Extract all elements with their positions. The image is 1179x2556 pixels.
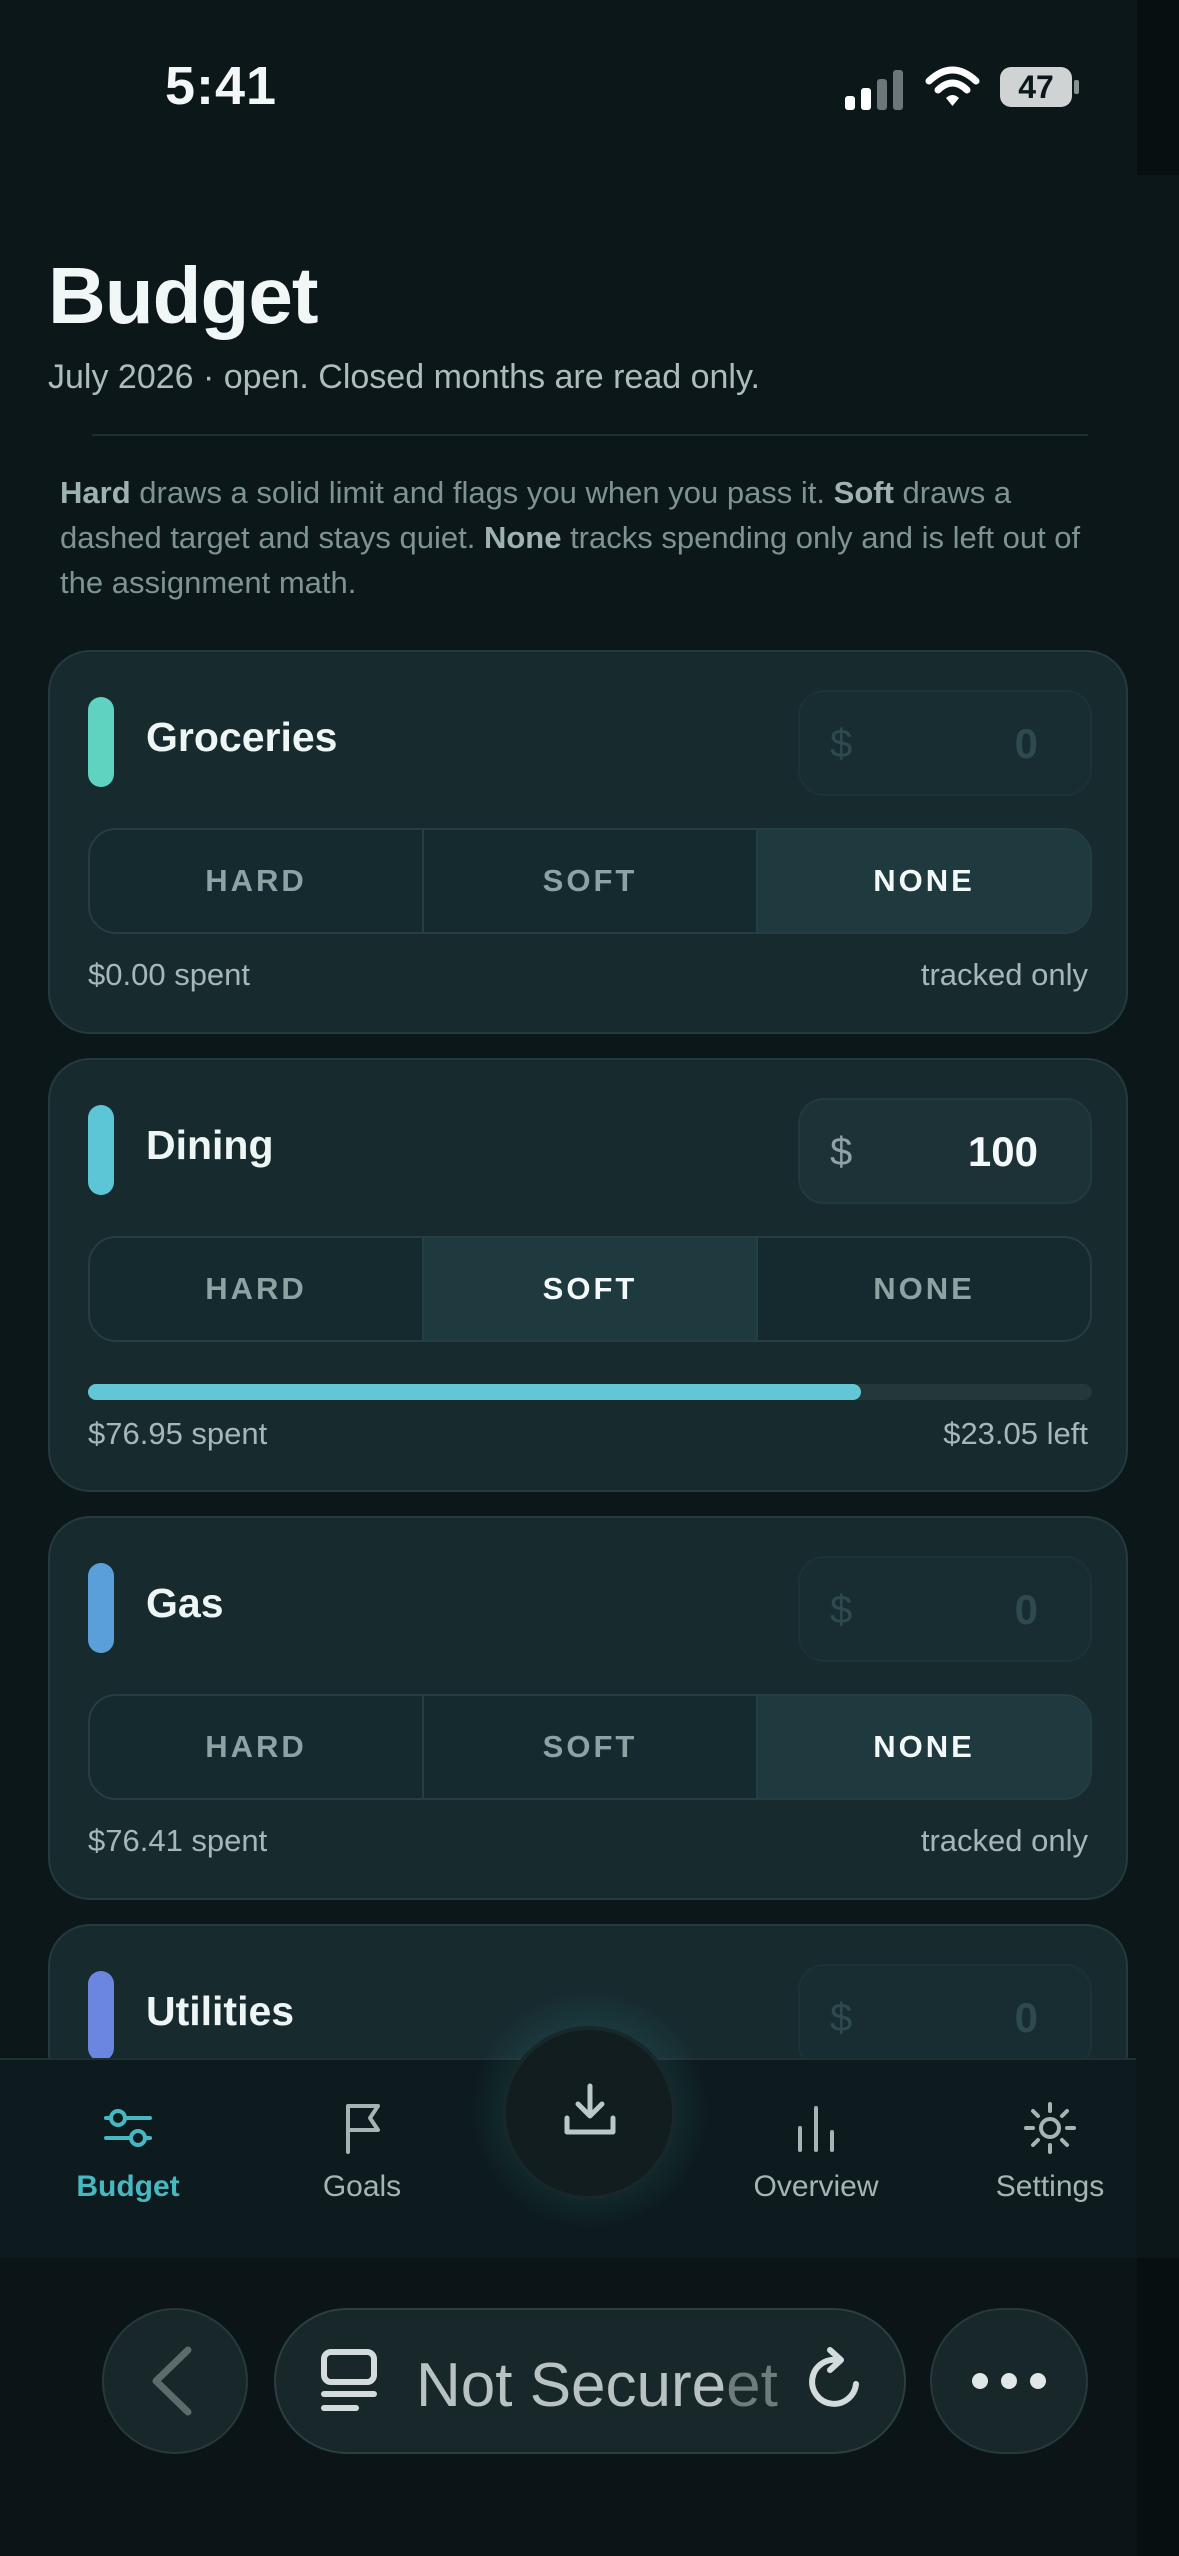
mode-soft-button[interactable]: SOFT: [422, 1696, 756, 1798]
browser-more-button[interactable]: [930, 2308, 1088, 2454]
more-icon: [972, 2373, 1046, 2389]
none-term: None: [483, 520, 562, 555]
browser-toolbar: Not Secureet: [0, 2258, 1179, 2556]
mode-hard-button[interactable]: HARD: [90, 1238, 422, 1340]
budget-amount-input[interactable]: $ 0: [798, 1556, 1092, 1662]
category-color-swatch: [88, 697, 114, 787]
chevron-left-icon: [152, 2346, 192, 2416]
tab-goals[interactable]: Goals: [262, 2100, 462, 2204]
reload-icon[interactable]: [804, 2346, 870, 2416]
mode-none-button[interactable]: NONE: [756, 1238, 1090, 1340]
tab-label: Overview: [753, 2170, 879, 2203]
amount-value: 0: [1014, 1994, 1038, 2041]
spending-progress-fill: [88, 1384, 861, 1400]
clock: 5:41: [165, 56, 278, 116]
page-title: Budget: [48, 251, 319, 340]
tab-budget[interactable]: Budget: [28, 2100, 228, 2204]
category-name: Utilities: [146, 1988, 295, 2034]
spent-amount: $76.41 spent: [88, 1823, 268, 1858]
mode-none-button[interactable]: NONE: [756, 1696, 1090, 1798]
download-icon: [564, 2083, 616, 2135]
status-bar: 5:41 47: [0, 0, 1179, 175]
amount-value: 0: [1014, 1586, 1038, 1633]
limit-mode-explainer: Hard draws a solid limit and flags you w…: [60, 470, 1100, 605]
category-name: Dining: [146, 1122, 274, 1168]
sliders-icon: [104, 2109, 152, 2147]
spent-amount: $0.00 spent: [88, 957, 251, 992]
budget-amount-input[interactable]: $ 0: [798, 690, 1092, 796]
spent-amount: $76.95 spent: [88, 1416, 268, 1451]
limit-mode-selector: HARD SOFT NONE: [88, 828, 1092, 934]
category-card-groceries: Groceries $ 0 HARD SOFT NONE $0.00 spent…: [48, 650, 1128, 1034]
category-name: Gas: [146, 1580, 224, 1626]
bar-chart-icon: [798, 2106, 834, 2152]
category-color-swatch: [88, 1971, 114, 2061]
tracking-note: tracked only: [920, 957, 1088, 992]
mode-hard-button[interactable]: HARD: [90, 830, 422, 932]
tab-settings[interactable]: Settings: [950, 2100, 1150, 2204]
cellular-signal-icon: [845, 70, 903, 110]
amount-value: 100: [967, 1128, 1038, 1175]
screen-edge: [1137, 0, 1179, 175]
mode-hard-button[interactable]: HARD: [90, 1696, 422, 1798]
tracking-note: tracked only: [920, 1823, 1088, 1858]
page-menu-icon: [321, 2349, 377, 2411]
hard-term: Hard: [60, 475, 131, 510]
tab-label: Settings: [995, 2170, 1105, 2203]
spending-progress-bar: [88, 1384, 1092, 1400]
battery-level: 47: [1018, 69, 1054, 105]
flag-icon: [346, 2104, 380, 2154]
limit-mode-selector: HARD SOFT NONE: [88, 1694, 1092, 1800]
currency-symbol: $: [830, 1996, 853, 2040]
currency-symbol: $: [830, 1588, 853, 1632]
url-fragment: et: [726, 2351, 778, 2420]
category-card-dining: Dining $ 100 HARD SOFT NONE $76.95 spent…: [48, 1058, 1128, 1492]
import-button[interactable]: [502, 2026, 676, 2200]
category-color-swatch: [88, 1105, 114, 1195]
address-text: Not Secureet: [416, 2350, 778, 2421]
budget-amount-input[interactable]: $ 100: [798, 1098, 1092, 1204]
remaining-amount: $23.05 left: [943, 1416, 1088, 1451]
security-label: Not Secure: [416, 2351, 727, 2420]
currency-symbol: $: [830, 722, 853, 766]
category-card-gas: Gas $ 0 HARD SOFT NONE $76.41 spent trac…: [48, 1516, 1128, 1900]
address-bar[interactable]: Not Secureet: [274, 2308, 906, 2454]
category-name: Groceries: [146, 714, 338, 760]
browser-back-button[interactable]: [102, 2308, 248, 2454]
soft-term: Soft: [833, 475, 894, 510]
category-color-swatch: [88, 1563, 114, 1653]
tab-overview[interactable]: Overview: [716, 2100, 916, 2204]
limit-mode-selector: HARD SOFT NONE: [88, 1236, 1092, 1342]
budget-amount-input[interactable]: $ 0: [798, 1964, 1092, 2070]
divider: [92, 434, 1088, 436]
currency-symbol: $: [830, 1130, 853, 1174]
battery-icon: 47: [1000, 67, 1080, 107]
amount-value: 0: [1014, 720, 1038, 767]
mode-soft-button[interactable]: SOFT: [422, 1238, 756, 1340]
wifi-icon: [925, 66, 980, 106]
tab-label: Budget: [76, 2170, 180, 2203]
month-status: July 2026 · open. Closed months are read…: [48, 358, 760, 396]
screen-edge: [1137, 2258, 1179, 2556]
gear-icon: [1024, 2102, 1076, 2154]
mode-none-button[interactable]: NONE: [756, 830, 1090, 932]
hard-description: draws a solid limit and flags you when y…: [130, 475, 834, 510]
tab-label: Goals: [322, 2170, 402, 2203]
mode-soft-button[interactable]: SOFT: [422, 830, 756, 932]
